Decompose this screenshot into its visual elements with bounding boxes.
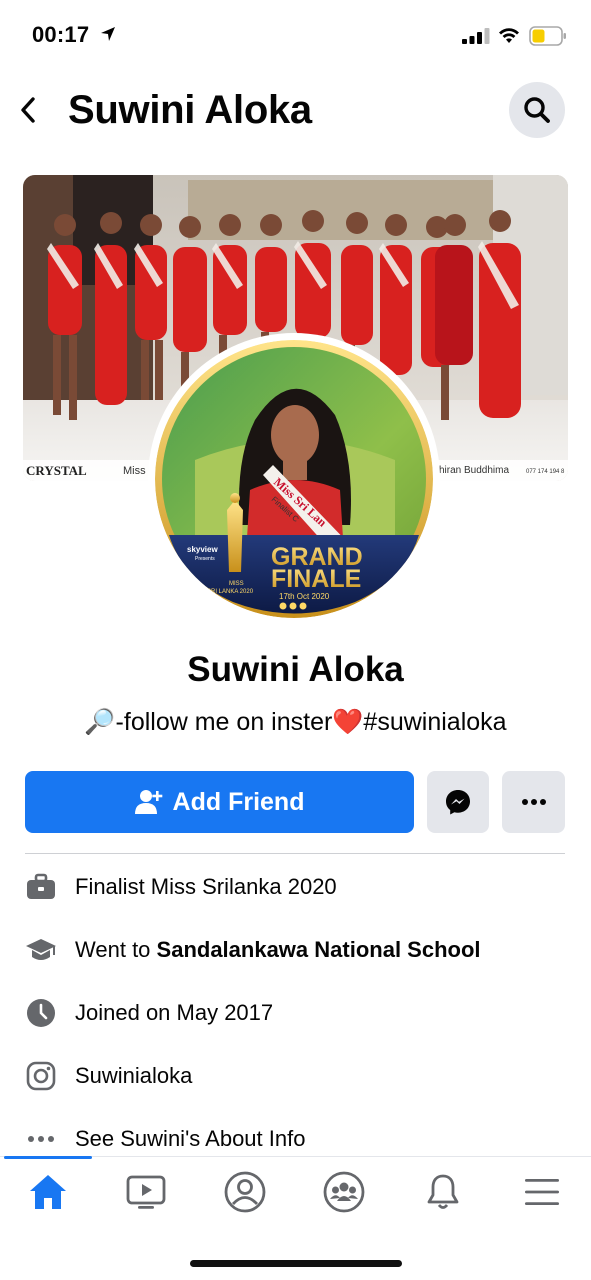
add-friend-button[interactable]: Add Friend: [25, 771, 414, 833]
home-indicator: [190, 1260, 402, 1267]
profile-bio: 🔎-follow me on inster❤️#suwinialoka: [0, 707, 591, 737]
intro-work-row: Finalist Miss Srilanka 2020: [25, 869, 570, 905]
wifi-icon: [499, 28, 519, 43]
clock-icon: [25, 997, 57, 1029]
more-dots-icon: [25, 1123, 57, 1155]
more-dots-icon: [521, 799, 546, 805]
instagram-icon: [25, 1060, 57, 1092]
cellular-signal-icon: [462, 28, 490, 44]
nav-active-indicator: [4, 1156, 92, 1159]
education-school[interactable]: Sandalankawa National School: [157, 937, 481, 962]
menu-icon: [525, 1179, 559, 1205]
cover-watermark-left: CRYSTAL: [26, 463, 87, 478]
status-time: 00:17: [32, 22, 90, 47]
nav-watch[interactable]: [122, 1168, 170, 1216]
profile-name: Suwini Aloka: [187, 650, 404, 689]
briefcase-icon: [25, 871, 57, 903]
more-options-button[interactable]: [502, 771, 565, 833]
notifications-icon: [427, 1174, 459, 1209]
cover-watermark-mid: Miss: [123, 465, 146, 477]
intro-work-text: Finalist Miss Srilanka 2020: [75, 874, 337, 899]
intro-instagram-row[interactable]: Suwinialoka: [25, 1058, 570, 1094]
groups-icon: [323, 1171, 365, 1213]
add-friend-label: Add Friend: [172, 787, 305, 816]
nav-home[interactable]: [24, 1168, 72, 1216]
nav-notifications[interactable]: [419, 1168, 467, 1216]
see-about-info-row[interactable]: See Suwini's About Info: [25, 1121, 570, 1157]
bottom-nav: [0, 1156, 591, 1229]
watch-icon: [126, 1175, 166, 1209]
brand-text: skyview: [187, 545, 218, 554]
page-title: Suwini Aloka: [68, 88, 312, 132]
see-about-info-text: See Suwini's About Info: [75, 1126, 306, 1151]
intro-joined-text: Joined on May 2017: [75, 1000, 274, 1025]
nav-menu[interactable]: [518, 1168, 566, 1216]
intro-instagram-text: Suwinialoka: [75, 1063, 193, 1088]
event-date: 17th Oct 2020: [279, 592, 330, 601]
brand-subtext: Presents: [195, 556, 215, 562]
messenger-icon: [446, 790, 470, 815]
education-prefix: Went to: [75, 937, 157, 962]
battery-icon: [529, 26, 566, 46]
nav-profile[interactable]: [221, 1168, 269, 1216]
intro-education-text: Went to Sandalankawa National School: [75, 937, 481, 963]
intro-joined-row: Joined on May 2017: [25, 995, 570, 1031]
graduation-cap-icon: [25, 934, 57, 966]
search-icon: [524, 97, 550, 123]
nav-groups[interactable]: [320, 1168, 368, 1216]
event-top: MISS: [229, 581, 244, 587]
back-icon[interactable]: [14, 92, 42, 128]
message-button[interactable]: [427, 771, 489, 833]
section-divider: [25, 853, 565, 854]
profile-icon: [224, 1171, 266, 1213]
headline-finale: FINALE: [271, 565, 361, 593]
cover-watermark-phone: 077 174 194 8: [526, 469, 565, 475]
bio-text: 🔎-follow me on inster❤️#suwinialoka: [84, 707, 507, 736]
add-friend-icon: [134, 790, 162, 814]
search-button[interactable]: [509, 82, 565, 138]
location-arrow-icon: [101, 27, 115, 41]
cover-watermark-right: hiran Buddhima: [439, 465, 509, 476]
intro-education-row: Went to Sandalankawa National School: [25, 932, 570, 968]
home-icon: [30, 1175, 66, 1209]
profile-picture[interactable]: Miss Sri Lan Finalist C skyview Presents…: [155, 340, 433, 618]
